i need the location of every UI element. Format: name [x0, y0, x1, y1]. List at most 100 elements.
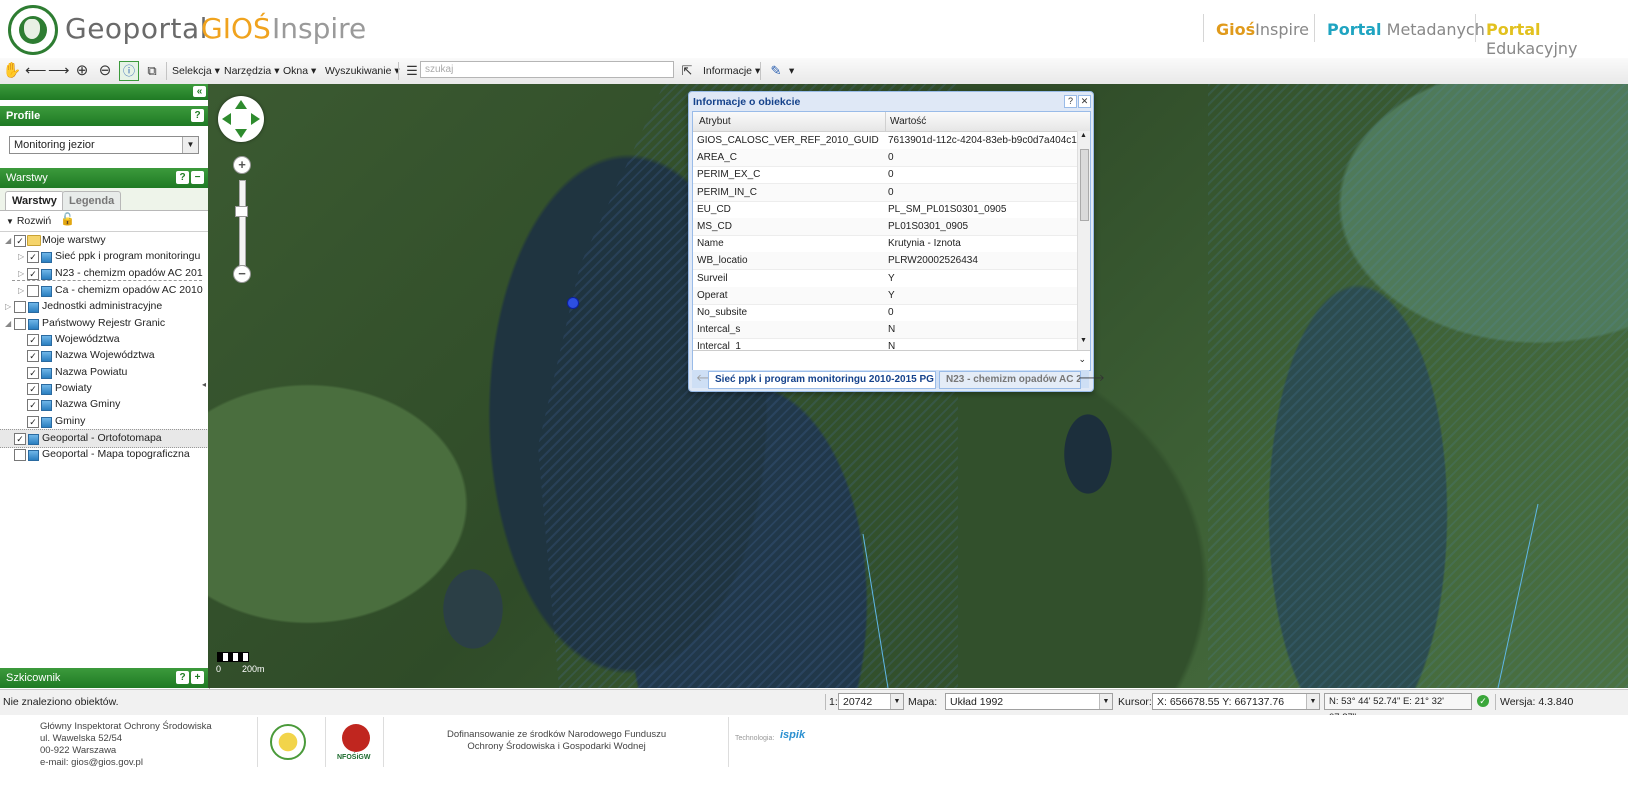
- link-giosinspire[interactable]: GiośInspire: [1216, 20, 1309, 39]
- grid-row[interactable]: Operat Y: [693, 286, 1077, 305]
- info-tab-active[interactable]: Sieć ppk i program monitoringu 2010-2015…: [708, 371, 936, 389]
- layer-checkbox[interactable]: ✓: [27, 416, 39, 428]
- grid-row[interactable]: PERIM_IN_C 0: [693, 183, 1077, 202]
- layer-checkbox[interactable]: ✓: [27, 334, 39, 346]
- layer-checkbox[interactable]: [14, 301, 26, 313]
- expanded-triangle-icon[interactable]: ◢: [5, 232, 11, 249]
- grid-row[interactable]: Surveil Y: [693, 270, 1077, 288]
- tab-scroll-right-icon[interactable]: 🡒: [1078, 372, 1105, 384]
- expand-all-button[interactable]: ▼ Rozwiń: [6, 215, 51, 227]
- profile-select[interactable]: Monitoring jezior ▼: [9, 136, 199, 154]
- grid-row[interactable]: PERIM_EX_C 0: [693, 166, 1077, 185]
- help-icon[interactable]: ?: [176, 671, 189, 684]
- tree-row[interactable]: Geoportal - Mapa topograficzna: [0, 446, 209, 463]
- layer-checkbox[interactable]: [14, 318, 26, 330]
- layer-checkbox[interactable]: [14, 449, 26, 461]
- grid-row[interactable]: GIOS_CALOSC_VER_REF_2010_GUID 7613901d-11…: [693, 132, 1077, 150]
- layer-checkbox[interactable]: ✓: [27, 399, 39, 411]
- zoom-in-icon[interactable]: ⊕: [72, 61, 92, 81]
- tree-row[interactable]: ◢ ✓ Moje warstwy: [0, 232, 209, 249]
- user-edit-dropdown[interactable]: ▾: [789, 65, 794, 77]
- grid-row[interactable]: Name Krutynia - Iznota: [693, 235, 1077, 254]
- help-icon[interactable]: ?: [191, 109, 204, 122]
- layer-checkbox[interactable]: ✓: [14, 433, 26, 445]
- object-info-window[interactable]: Informacje o obiekcie ? ✕ Atrybut Wartoś…: [688, 91, 1105, 392]
- menu-informacje[interactable]: Informacje ▾: [703, 65, 760, 77]
- layer-checkbox[interactable]: ✓: [27, 367, 39, 379]
- scroll-down-icon[interactable]: ▼: [1080, 337, 1087, 344]
- tree-row[interactable]: ✓ Nazwa Województwa: [0, 347, 209, 364]
- user-edit-icon[interactable]: ✎: [766, 61, 786, 81]
- tree-row[interactable]: ✓ Nazwa Powiatu: [0, 364, 209, 381]
- grid-row[interactable]: Intercal_s N: [693, 321, 1077, 340]
- info-tab[interactable]: N23 - chemizm opadów AC 2: [939, 371, 1081, 389]
- collapse-panel-icon[interactable]: «: [193, 86, 206, 97]
- tree-label: Województwa: [55, 333, 120, 345]
- tree-row[interactable]: ▷ ✓ Sieć ppk i program monitoringu: [0, 248, 209, 265]
- link-portal-edukacyjny[interactable]: Portal Edukacyjny: [1486, 20, 1628, 58]
- menu-narzedzia[interactable]: Narzędzia ▾: [224, 65, 279, 77]
- menu-okna[interactable]: Okna ▾: [283, 65, 316, 77]
- help-icon[interactable]: ?: [176, 171, 189, 184]
- attr-cell: GIOS_CALOSC_VER_REF_2010_GUID: [697, 135, 879, 146]
- collapsed-triangle-icon[interactable]: ▷: [18, 248, 24, 265]
- scroll-thumb[interactable]: [1080, 149, 1089, 221]
- gios-seal-logo[interactable]: [270, 724, 306, 760]
- scroll-up-icon[interactable]: ▲: [1080, 132, 1087, 139]
- tree-row[interactable]: ✓ Województwa: [0, 331, 209, 348]
- grid-row[interactable]: AREA_C 0: [693, 149, 1077, 168]
- info-tool-icon[interactable]: ⓘ: [119, 61, 139, 81]
- tab-warstwy[interactable]: Warstwy: [5, 191, 64, 210]
- collapsed-triangle-icon[interactable]: ▷: [5, 298, 11, 315]
- gios-logo[interactable]: [8, 5, 58, 55]
- cursor-coords[interactable]: X: 656678.55 Y: 667137.76 ▼: [1152, 693, 1320, 710]
- col-header-attr[interactable]: Atrybut: [699, 116, 731, 127]
- layer-checkbox[interactable]: ✓: [27, 350, 39, 362]
- minimize-icon[interactable]: −: [191, 171, 204, 184]
- layer-icon: [41, 286, 52, 297]
- tab-legenda[interactable]: Legenda: [62, 191, 122, 210]
- email-link[interactable]: e-mail: gios@gios.gov.pl: [40, 757, 212, 769]
- tree-row[interactable]: ✓ Nazwa Gminy: [0, 396, 209, 413]
- forward-arrow-icon[interactable]: ⟶: [48, 61, 70, 81]
- list-menu-icon[interactable]: ☰: [402, 61, 422, 81]
- grid-row[interactable]: EU_CD PL_SM_PL01S0301_0905: [693, 201, 1077, 219]
- layer-checkbox[interactable]: ✓: [27, 383, 39, 395]
- folder-icon: [27, 235, 41, 246]
- grid-scrollbar[interactable]: ▲ ▼: [1077, 131, 1090, 350]
- grid-row[interactable]: No_subsite 0: [693, 304, 1077, 322]
- menu-selekcja[interactable]: Selekcja ▾: [172, 65, 220, 77]
- expand-icon[interactable]: +: [191, 671, 204, 684]
- zoom-out-icon[interactable]: ⊖: [95, 61, 115, 81]
- chevron-down-icon[interactable]: ⌄: [1078, 354, 1086, 365]
- layer-checkbox[interactable]: ✓: [27, 268, 39, 280]
- grid-row[interactable]: WB_locatio PLRW20002526434: [693, 252, 1077, 271]
- help-icon[interactable]: ?: [1064, 95, 1077, 108]
- panel-splitter[interactable]: ◂: [202, 380, 207, 390]
- crs-select[interactable]: Układ 1992 ▼: [945, 693, 1113, 710]
- layer-checkbox[interactable]: [27, 285, 39, 297]
- pan-hand-icon[interactable]: ✋: [2, 61, 22, 81]
- layer-checkbox[interactable]: ✓: [14, 235, 26, 247]
- search-go-icon[interactable]: ⇱: [677, 61, 697, 81]
- scale-select[interactable]: 20742 ▼: [838, 693, 904, 710]
- col-header-value[interactable]: Wartość: [890, 116, 926, 127]
- tree-row[interactable]: ▷ Ca - chemizm opadów AC 2010: [0, 282, 209, 299]
- grid-row[interactable]: MS_CD PL01S0301_0905: [693, 218, 1077, 236]
- layer-checkbox[interactable]: ✓: [27, 251, 39, 263]
- tree-row[interactable]: ✓ Gminy: [0, 413, 209, 430]
- link-portal-metadanych[interactable]: Portal Metadanych: [1327, 20, 1485, 39]
- ispik-logo[interactable]: ispik: [780, 729, 805, 741]
- tree-row[interactable]: ▷ Jednostki administracyjne: [0, 298, 209, 315]
- unlock-icon[interactable]: 🔓: [60, 212, 75, 226]
- tree-row[interactable]: ✓ Powiaty: [0, 380, 209, 397]
- back-arrow-icon[interactable]: ⟵: [25, 61, 47, 81]
- nfosigw-logo[interactable]: [342, 724, 370, 752]
- tree-row[interactable]: ◢ Państwowy Rejestr Granic: [0, 315, 209, 332]
- close-icon[interactable]: ✕: [1078, 95, 1091, 108]
- expanded-triangle-icon[interactable]: ◢: [5, 315, 11, 332]
- menu-wyszukiwanie[interactable]: Wyszukiwanie ▾: [325, 65, 400, 77]
- zoom-extent-icon[interactable]: ⧉: [142, 61, 162, 81]
- search-input[interactable]: szukaj: [420, 61, 674, 78]
- collapsed-triangle-icon[interactable]: ▷: [18, 282, 24, 299]
